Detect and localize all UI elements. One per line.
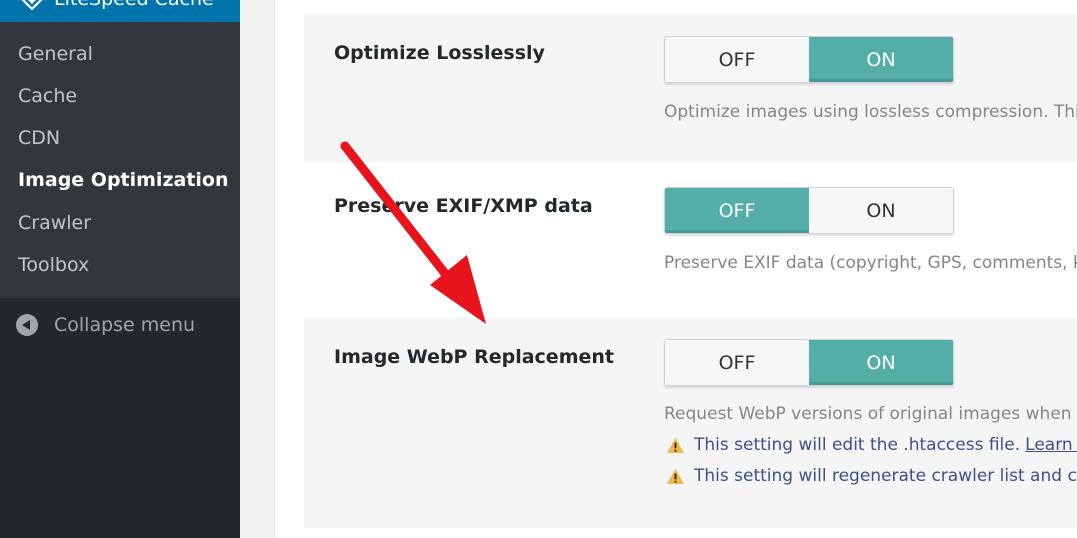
toggle-off-button[interactable]: OFF	[665, 340, 809, 385]
content-gutter	[240, 0, 275, 538]
setting-label-webp-replacement: Image WebP Replacement	[334, 346, 614, 368]
collapse-menu-button[interactable]: Collapse menu	[0, 306, 240, 346]
warning-text: This setting will edit the .htaccess fil…	[694, 435, 1021, 455]
sidebar-submenu: General Cache CDN Image Optimization Cra…	[0, 22, 240, 298]
warning-text: This setting will regenerate crawler lis…	[694, 466, 1077, 486]
warning-icon	[667, 437, 684, 453]
submenu-item-crawler[interactable]: Crawler	[18, 212, 91, 234]
setting-description: Request WebP versions of original images…	[664, 404, 1077, 424]
warning-icon	[667, 468, 684, 484]
toggle-off-button[interactable]: OFF	[665, 188, 809, 233]
sidebar-item-label: LiteSpeed Cache	[54, 0, 214, 10]
setting-label-optimize-losslessly: Optimize Losslessly	[334, 42, 545, 64]
submenu-item-image-optimization[interactable]: Image Optimization	[18, 169, 229, 191]
submenu-item-cdn[interactable]: CDN	[18, 127, 60, 149]
submenu-item-cache[interactable]: Cache	[18, 85, 77, 107]
submenu-item-general[interactable]: General	[18, 43, 93, 65]
toggle-on-button[interactable]: ON	[809, 37, 953, 82]
learn-more-link[interactable]: Learn Mor	[1025, 435, 1077, 455]
toggle-off-button[interactable]: OFF	[665, 37, 809, 82]
litespeed-diamond-icon	[21, 0, 43, 10]
htaccess-warning: This setting will edit the .htaccess fil…	[666, 435, 1077, 455]
toggle-preserve-exif: OFF ON	[664, 187, 954, 234]
toggle-optimize-losslessly: OFF ON	[664, 36, 954, 83]
collapse-menu-label: Collapse menu	[54, 314, 196, 336]
setting-description: Optimize images using lossless compressi…	[664, 102, 1077, 122]
setting-description: Preserve EXIF data (copyright, GPS, comm…	[664, 253, 1077, 273]
admin-sidebar: LiteSpeed Cache General Cache CDN Image …	[0, 0, 240, 538]
toggle-on-button[interactable]: ON	[809, 188, 953, 233]
toggle-on-button[interactable]: ON	[809, 340, 953, 385]
crawler-warning: This setting will regenerate crawler lis…	[666, 466, 1077, 486]
collapse-arrow-icon	[16, 314, 38, 336]
sidebar-item-litespeed-cache[interactable]: LiteSpeed Cache	[0, 0, 240, 22]
submenu-item-toolbox[interactable]: Toolbox	[18, 254, 89, 276]
toggle-webp-replacement: OFF ON	[664, 339, 954, 386]
setting-label-preserve-exif: Preserve EXIF/XMP data	[334, 195, 593, 217]
